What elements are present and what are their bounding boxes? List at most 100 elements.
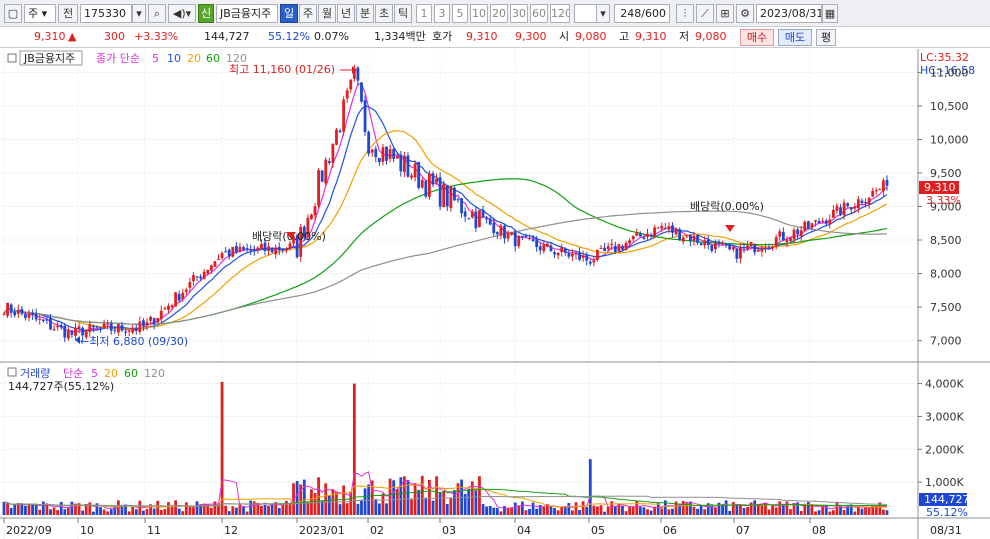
volume-bar: [159, 509, 163, 515]
volume-bar: [134, 509, 138, 515]
candle-body: [613, 245, 617, 252]
volume-bar: [399, 477, 403, 515]
candle-body: [134, 327, 138, 331]
volume-bar: [195, 501, 199, 515]
candle-body: [467, 218, 471, 220]
volume-bar: [59, 501, 63, 515]
volume-bar: [252, 501, 256, 515]
stock-code-input[interactable]: 175330: [80, 4, 132, 23]
volume-bar: [535, 508, 539, 515]
volume-bar: [113, 506, 117, 515]
candle-body: [177, 294, 181, 301]
interval-button-1[interactable]: 1: [416, 4, 432, 23]
candle-body: [70, 330, 74, 335]
candle-body: [542, 244, 546, 252]
interval-button-5[interactable]: 5: [452, 4, 468, 23]
volume-bar: [714, 507, 717, 515]
candle-body: [335, 129, 338, 145]
eval-button[interactable]: 평: [816, 29, 836, 46]
volume-bar: [52, 507, 56, 515]
speaker-icon[interactable]: ◀)▾: [168, 4, 196, 23]
candle-body: [199, 276, 203, 279]
candle-body: [445, 185, 449, 207]
candle-body: [796, 229, 800, 235]
candle-body: [77, 326, 81, 329]
code-dropdown-icon[interactable]: ▾: [132, 4, 146, 23]
volume-bar: [574, 502, 578, 515]
volume-bar: [474, 490, 478, 515]
volume-bar: [703, 509, 707, 515]
candle-body: [485, 218, 489, 220]
candle-settings-icon[interactable]: ⫶: [676, 4, 694, 23]
period-tab-0[interactable]: 일: [280, 4, 298, 23]
volume-bar: [249, 500, 253, 515]
candle-body: [317, 170, 320, 206]
candle-body: [116, 323, 120, 333]
candle-body: [767, 246, 771, 248]
interval-button-3[interactable]: 3: [434, 4, 450, 23]
period-tab-5[interactable]: 초: [375, 4, 393, 23]
volume-bar: [9, 507, 13, 515]
candle-body: [756, 249, 760, 252]
candle-body: [560, 247, 564, 253]
buy-button[interactable]: 매수: [740, 29, 774, 46]
period-tab-1[interactable]: 주: [299, 4, 317, 23]
volume-bar: [431, 500, 435, 515]
volume-tick-label: 4,000K: [925, 378, 964, 391]
candle-body: [428, 173, 431, 197]
window-icon[interactable]: ▢: [4, 4, 22, 23]
market-prefix-button[interactable]: 전: [58, 4, 78, 23]
candle-body: [195, 276, 199, 278]
price-tick-label: 10,500: [930, 100, 969, 113]
draw-tool-icon[interactable]: ⟋: [696, 4, 714, 23]
candle-body: [649, 234, 653, 236]
volume-bar: [385, 503, 388, 515]
stock-chart[interactable]: JB금융지주 종가 단순 5 10 20 60 120 LC:35.32 HC:…: [0, 49, 990, 539]
interval-button-60[interactable]: 60: [530, 4, 548, 23]
period-tab-3[interactable]: 년: [337, 4, 355, 23]
candle-body: [821, 220, 825, 222]
volume-bar: [681, 500, 685, 515]
vol-ma20-label: 20: [104, 367, 118, 380]
interval-button-10[interactable]: 10: [470, 4, 488, 23]
market-type-select[interactable]: 주 ▾: [24, 4, 56, 23]
grid-icon[interactable]: ⊞: [716, 4, 734, 23]
volume-bar: [624, 511, 628, 515]
ma60-label: 60: [206, 52, 220, 65]
candle-body: [213, 261, 217, 267]
search-icon[interactable]: ⌕: [148, 4, 166, 23]
candle-body: [728, 245, 732, 250]
volume-bar: [831, 510, 835, 515]
candle-body: [785, 239, 789, 243]
calendar-icon[interactable]: ▦: [822, 4, 838, 23]
candle-body: [234, 245, 238, 253]
period-tab-6[interactable]: 틱: [394, 4, 412, 23]
candle-body: [263, 242, 267, 251]
volume-bar: [599, 505, 603, 515]
period-tab-4[interactable]: 분: [356, 4, 374, 23]
sell-button[interactable]: 매도: [778, 29, 812, 46]
candle-body: [874, 190, 878, 192]
chart-area[interactable]: JB금융지주 종가 단순 5 10 20 60 120 LC:35.32 HC:…: [0, 49, 990, 539]
volume-bar: [882, 509, 885, 515]
gear-icon[interactable]: ⚙: [736, 4, 754, 23]
interval-button-30[interactable]: 30: [510, 4, 528, 23]
date-field[interactable]: 2023/08/31: [756, 4, 822, 23]
candle-body: [6, 302, 9, 316]
candle-body: [310, 214, 313, 220]
interval-dropdown-icon[interactable]: ▾: [596, 4, 610, 23]
interval-button-20[interactable]: 20: [490, 4, 508, 23]
candle-body: [124, 331, 127, 333]
change-percent: +3.33%: [134, 30, 179, 43]
candle-body: [145, 322, 149, 326]
volume-bar: [799, 510, 803, 515]
turnover-rate: 0.07%: [314, 30, 349, 43]
candle-body: [9, 304, 13, 313]
candle-body: [706, 239, 710, 245]
interval-button-120[interactable]: 120: [550, 4, 570, 23]
period-tab-2[interactable]: 월: [318, 4, 336, 23]
volume-bar: [435, 476, 438, 515]
candle-body: [24, 314, 27, 318]
candle-body: [381, 147, 385, 162]
data-count-field[interactable]: 248/600: [614, 4, 670, 23]
